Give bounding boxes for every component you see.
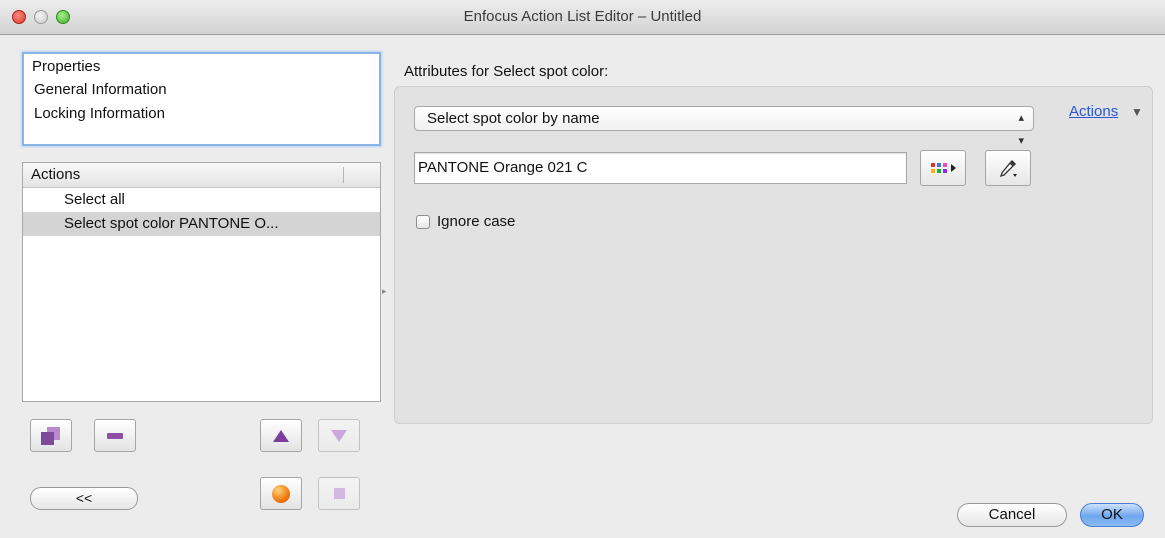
ignore-case-label[interactable]: Ignore case bbox=[437, 213, 515, 230]
list-item[interactable]: Select all bbox=[23, 188, 380, 212]
actions-list[interactable]: Actions Select all Select spot color PAN… bbox=[22, 162, 381, 402]
record-icon bbox=[272, 484, 290, 503]
move-down-button[interactable] bbox=[318, 419, 360, 452]
remove-action-button[interactable] bbox=[94, 419, 136, 452]
stop-icon bbox=[333, 488, 345, 499]
ok-button[interactable]: OK bbox=[1080, 503, 1144, 527]
submenu-arrow-icon bbox=[950, 164, 956, 172]
list-item-selected[interactable]: Select spot color PANTONE O... bbox=[23, 212, 380, 236]
arrow-down-icon bbox=[331, 429, 347, 442]
eyedropper-button[interactable] bbox=[985, 150, 1031, 186]
attributes-label: Attributes for Select spot color: bbox=[404, 63, 609, 80]
duplicate-icon bbox=[41, 426, 61, 445]
duplicate-action-button[interactable] bbox=[30, 419, 72, 452]
color-swatch-picker-button[interactable] bbox=[920, 150, 966, 186]
actions-list-header[interactable]: Actions bbox=[23, 163, 380, 188]
record-button[interactable] bbox=[260, 477, 302, 510]
properties-header: Properties bbox=[32, 58, 101, 75]
properties-item-locking[interactable]: Locking Information bbox=[24, 102, 379, 126]
arrow-up-icon bbox=[273, 429, 289, 442]
properties-list[interactable]: Properties General Information Locking I… bbox=[22, 52, 381, 146]
spot-color-name-field[interactable]: PANTONE Orange 021 C bbox=[414, 152, 907, 184]
eyedropper-icon bbox=[999, 160, 1017, 178]
minus-icon bbox=[107, 432, 123, 439]
triangle-down-icon[interactable]: ▼ bbox=[1131, 105, 1143, 119]
move-up-button[interactable] bbox=[260, 419, 302, 452]
actions-header-label: Actions bbox=[31, 166, 81, 183]
updown-arrows-icon: ▴ ▾ bbox=[1018, 112, 1024, 147]
cancel-button[interactable]: Cancel bbox=[957, 503, 1067, 527]
title-bar: Enfocus Action List Editor – Untitled bbox=[0, 0, 1165, 35]
window-title: Enfocus Action List Editor – Untitled bbox=[463, 8, 702, 25]
spot-color-mode-select[interactable]: Select spot color by name ▴ ▾ bbox=[414, 106, 1034, 147]
collapse-button[interactable]: << bbox=[30, 487, 138, 510]
select-value: Select spot color by name bbox=[427, 110, 600, 127]
stop-button[interactable] bbox=[318, 477, 360, 510]
ignore-case-checkbox[interactable] bbox=[416, 214, 430, 229]
header-divider bbox=[343, 167, 344, 183]
properties-item-general[interactable]: General Information bbox=[24, 78, 379, 102]
attributes-panel bbox=[394, 86, 1153, 424]
splitter-handle[interactable]: ▸ bbox=[382, 286, 387, 296]
actions-menu-link[interactable]: Actions bbox=[1069, 103, 1118, 120]
swatch-grid-icon bbox=[930, 163, 947, 173]
ignore-case-option[interactable]: Ignore case bbox=[416, 213, 515, 230]
